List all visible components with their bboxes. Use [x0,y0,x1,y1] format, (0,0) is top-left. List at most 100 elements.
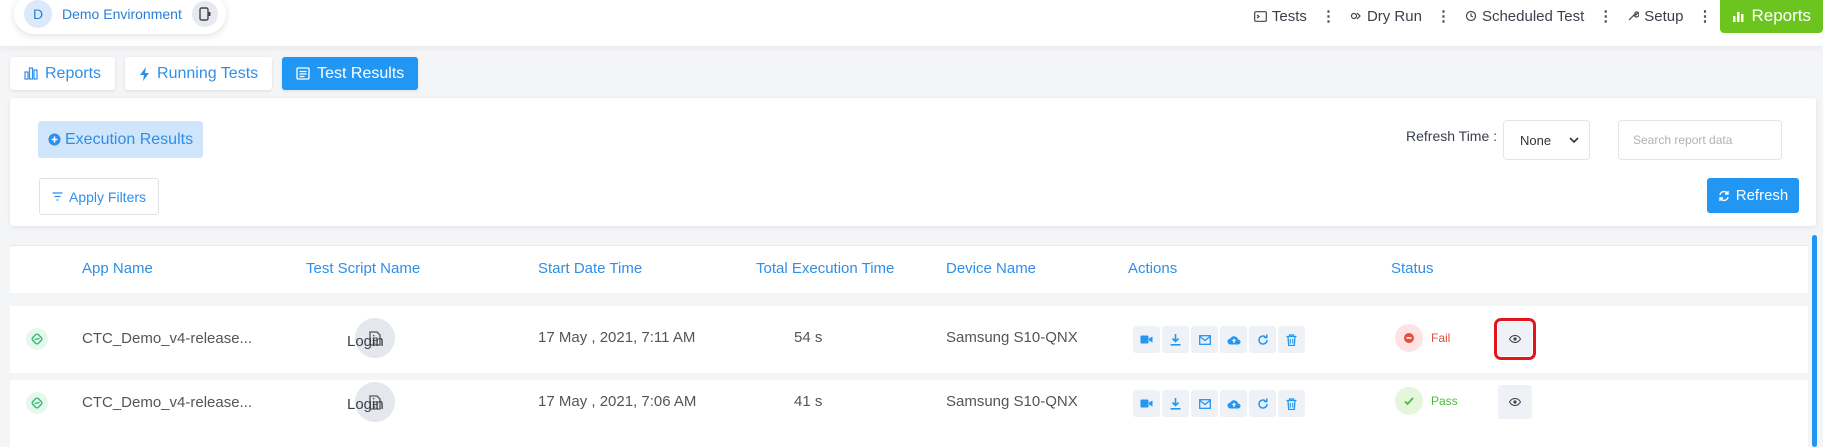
app-icon [26,328,48,350]
email-button[interactable] [1191,326,1218,353]
cloud-upload-icon [1227,335,1240,344]
refresh-time-select[interactable]: None [1503,120,1590,160]
rerun-icon [1257,398,1268,409]
nav-more-icon[interactable]: ⋮ [1313,7,1344,25]
schedule-icon [1465,10,1477,22]
execution-results-button[interactable]: Execution Results [38,121,204,158]
execution-time: 41 s [794,393,823,410]
delete-button[interactable] [1278,390,1305,417]
terminal-icon [1254,10,1267,22]
refresh-icon [1719,190,1729,201]
header-app-name[interactable]: App Name [82,260,153,277]
tab-reports-label: Reports [45,64,102,82]
environment-label: Demo Environment [62,6,182,22]
tab-test-results-label: Test Results [317,64,405,82]
environment-avatar: D [24,0,52,28]
table-header: App Name Test Script Name Start Date Tim… [10,245,1808,293]
refresh-time-value: None [1520,132,1552,148]
refresh-time-label: Refresh Time : [1406,128,1498,144]
status-label: Fail [1431,331,1451,345]
header-status[interactable]: Status [1391,260,1434,277]
header-start-date-time[interactable]: Start Date Time [538,260,642,277]
apply-filters-button[interactable]: Apply Filters [39,178,160,215]
chevron-down-icon [1569,136,1579,143]
nav-tests[interactable]: Tests [1248,8,1313,25]
delete-button[interactable] [1278,326,1305,353]
pass-icon [1395,387,1423,415]
header-device-name[interactable]: Device Name [946,260,1036,277]
nav-reports-button[interactable]: Reports [1720,0,1823,33]
video-icon [1140,399,1153,408]
lightning-icon [140,66,150,81]
nav-setup-label: Setup [1644,7,1684,25]
test-script-name[interactable]: Login [347,333,384,350]
view-report-button[interactable] [1494,318,1536,360]
header-total-execution-time[interactable]: Total Execution Time [756,260,894,277]
nav-tests-label: Tests [1271,7,1307,25]
refresh-button[interactable]: Refresh [1707,178,1799,213]
add-circle-icon [48,133,61,146]
nav-more-icon[interactable]: ⋮ [1689,7,1720,25]
test-script-name[interactable]: Login [347,396,384,413]
wrench-icon [1628,11,1640,21]
app-name: CTC_Demo_v4-release... [82,394,253,411]
download-icon [1170,397,1181,410]
tab-reports[interactable]: Reports [10,57,116,90]
status-label: Pass [1431,394,1458,408]
view-report-button[interactable] [1498,385,1532,419]
video-button[interactable] [1133,326,1160,353]
execution-results-label: Execution Results [65,130,194,148]
table-scrollbar[interactable] [1812,235,1817,447]
video-button[interactable] [1133,390,1160,417]
dry-run-icon [1350,12,1361,20]
environment-selector[interactable]: D Demo Environment [14,0,226,34]
download-button[interactable] [1162,326,1189,353]
report-tabs: Reports Running Tests Test Results [10,57,419,90]
device-name: Samsung S10-QNX [946,329,1078,346]
main-nav: Tests ⋮ Dry Run ⋮ Scheduled Test ⋮ Setup… [1248,0,1823,33]
tab-test-results[interactable]: Test Results [282,57,419,90]
status-badge: Pass [1395,387,1458,415]
upload-button[interactable] [1220,326,1247,353]
fail-icon [1395,324,1423,352]
email-button[interactable] [1191,390,1218,417]
rerun-button[interactable] [1249,326,1276,353]
delete-icon [1286,333,1297,346]
search-placeholder: Search report data [1633,133,1733,147]
header-actions: Actions [1128,260,1178,277]
table-row: CTC_Demo_v4-release... Login 17 May , 20… [10,380,1808,447]
eye-icon [1509,398,1521,406]
rerun-icon [1257,334,1268,345]
nav-more-icon[interactable]: ⋮ [1428,7,1459,25]
list-icon [296,67,310,80]
app-name: CTC_Demo_v4-release... [82,330,253,347]
device-icon[interactable] [191,1,218,27]
tab-running-tests[interactable]: Running Tests [125,57,273,90]
nav-scheduled-test[interactable]: Scheduled Test [1459,8,1590,25]
start-date-time: 17 May , 2021, 7:11 AM [538,329,696,346]
download-button[interactable] [1162,390,1189,417]
email-icon [1198,398,1211,409]
eye-icon [1509,335,1521,343]
cloud-upload-icon [1227,399,1240,408]
header-test-script-name[interactable]: Test Script Name [306,260,420,277]
top-bar: D Demo Environment Tests ⋮ Dry Run ⋮ Sch… [0,0,1823,46]
nav-setup[interactable]: Setup [1621,8,1689,25]
rerun-button[interactable] [1249,390,1276,417]
table-row: CTC_Demo_v4-release... Login 17 May , 20… [10,306,1808,373]
delete-icon [1286,397,1297,410]
upload-button[interactable] [1220,390,1247,417]
execution-time: 54 s [794,329,823,346]
nav-reports-label: Reports [1751,6,1811,25]
video-icon [1140,335,1153,344]
search-input[interactable]: Search report data [1618,120,1782,160]
tab-running-tests-label: Running Tests [157,64,259,82]
start-date-time: 17 May , 2021, 7:06 AM [538,393,697,410]
nav-more-icon[interactable]: ⋮ [1590,7,1621,25]
refresh-label: Refresh [1735,187,1789,204]
nav-dry-run[interactable]: Dry Run [1344,8,1428,25]
filters-panel: Execution Results Apply Filters Refresh … [10,98,1816,226]
download-icon [1170,333,1181,346]
email-icon [1198,334,1211,345]
nav-scheduled-label: Scheduled Test [1481,7,1585,25]
